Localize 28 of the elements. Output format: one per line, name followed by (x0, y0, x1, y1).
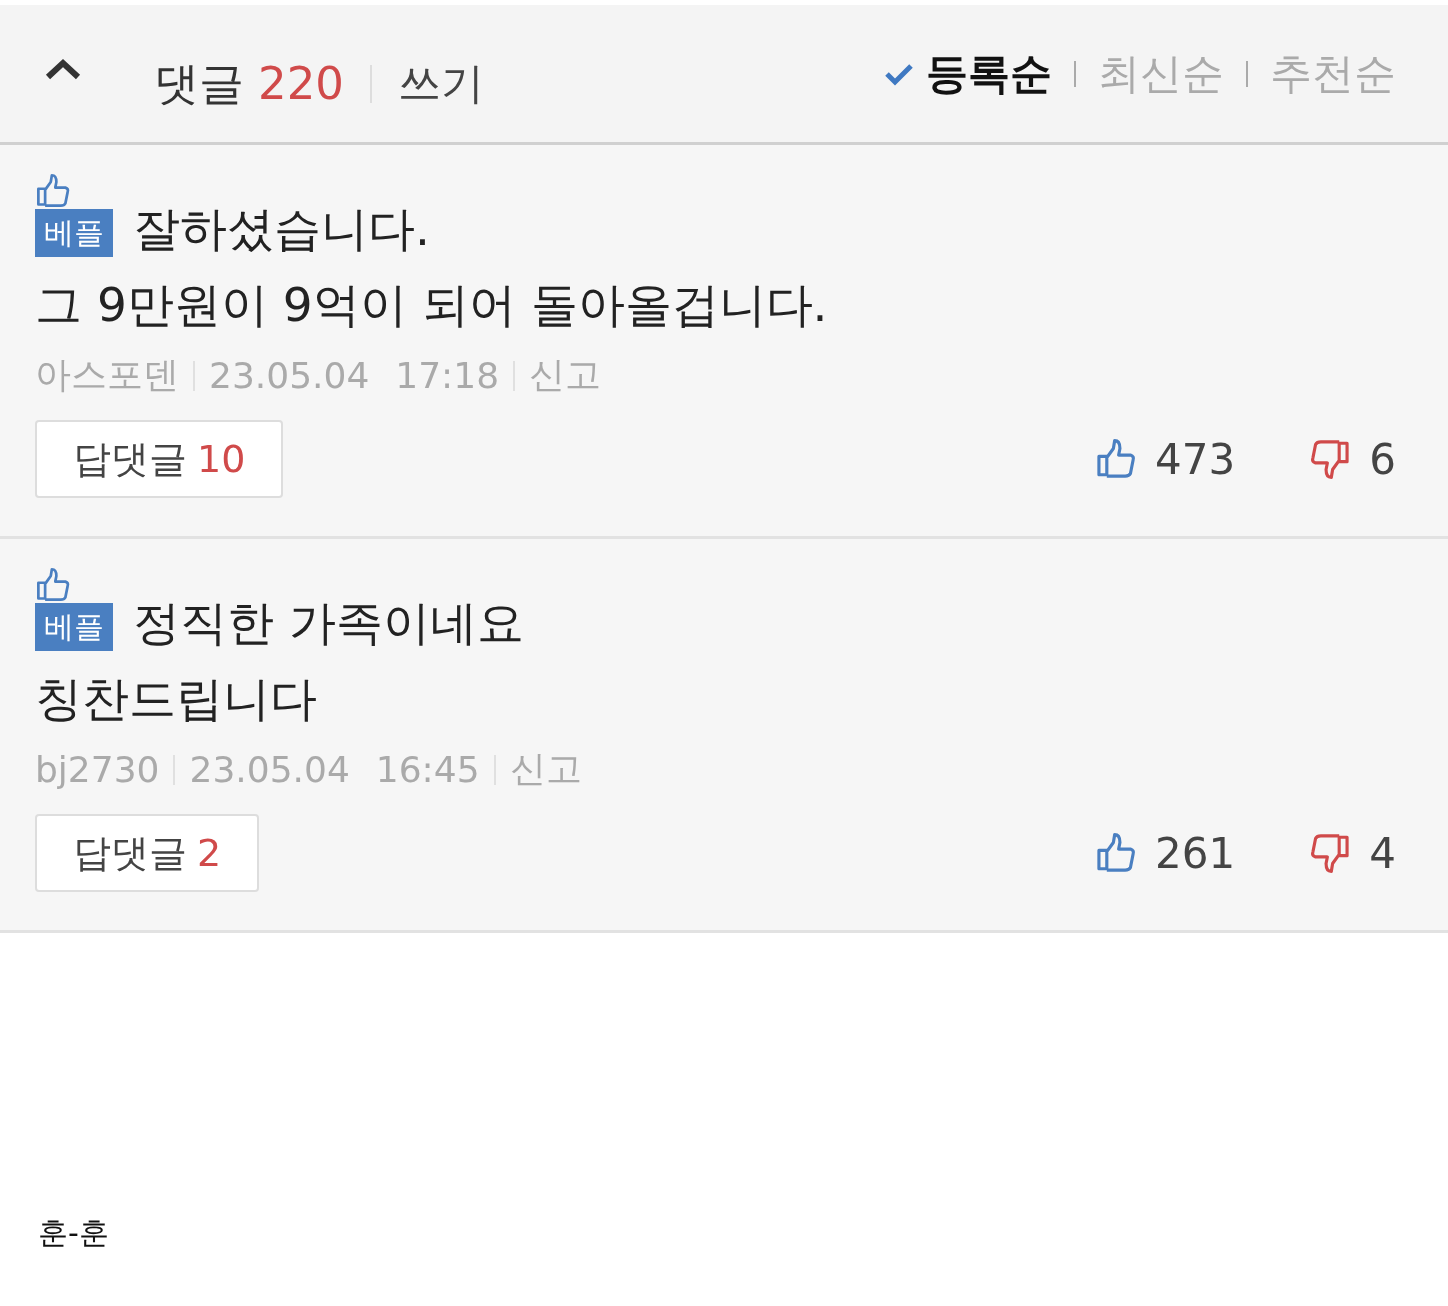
comment-text: 잘하셨습니다. (133, 201, 430, 257)
author-name: 아스포덴 (35, 353, 179, 397)
sort-option[interactable]: 등록순 (926, 45, 1052, 102)
comment-date: 23.05.04 (209, 355, 370, 396)
reply-button[interactable]: 답댓글 10 (35, 420, 284, 498)
thumbs-down-icon[interactable] (1309, 438, 1352, 480)
collapse-icon[interactable] (44, 56, 82, 81)
comment-text: 그 9만원이 9억이 되어 돌아올겁니다. (35, 277, 829, 333)
comment-text: 칭찬드립니다 (35, 671, 318, 727)
best-badge: 베플 (35, 603, 113, 651)
like-count: 473 (1155, 434, 1236, 484)
comment-time: 16:45 (375, 749, 480, 790)
comment-date: 23.05.04 (189, 749, 350, 790)
reply-button[interactable]: 답댓글 2 (35, 814, 260, 892)
author-name: bj2730 (35, 749, 160, 790)
caption-text: 훈-훈 (38, 1214, 109, 1252)
dislike-count: 6 (1369, 434, 1396, 484)
dislike-count: 4 (1369, 828, 1396, 878)
best-badge: 베플 (35, 209, 113, 257)
like-count: 261 (1155, 828, 1236, 878)
thumbs-up-icon[interactable] (1095, 832, 1138, 874)
comment-text: 정직한 가족이네요 (133, 595, 524, 651)
write-link[interactable]: 쓰기 (397, 54, 484, 113)
thumbs-down-icon[interactable] (1309, 832, 1352, 874)
comment-time: 17:18 (395, 355, 500, 396)
thumbs-up-icon[interactable] (1095, 438, 1138, 480)
check-icon (884, 61, 914, 86)
comments-title: 댓글 220 (154, 55, 344, 112)
